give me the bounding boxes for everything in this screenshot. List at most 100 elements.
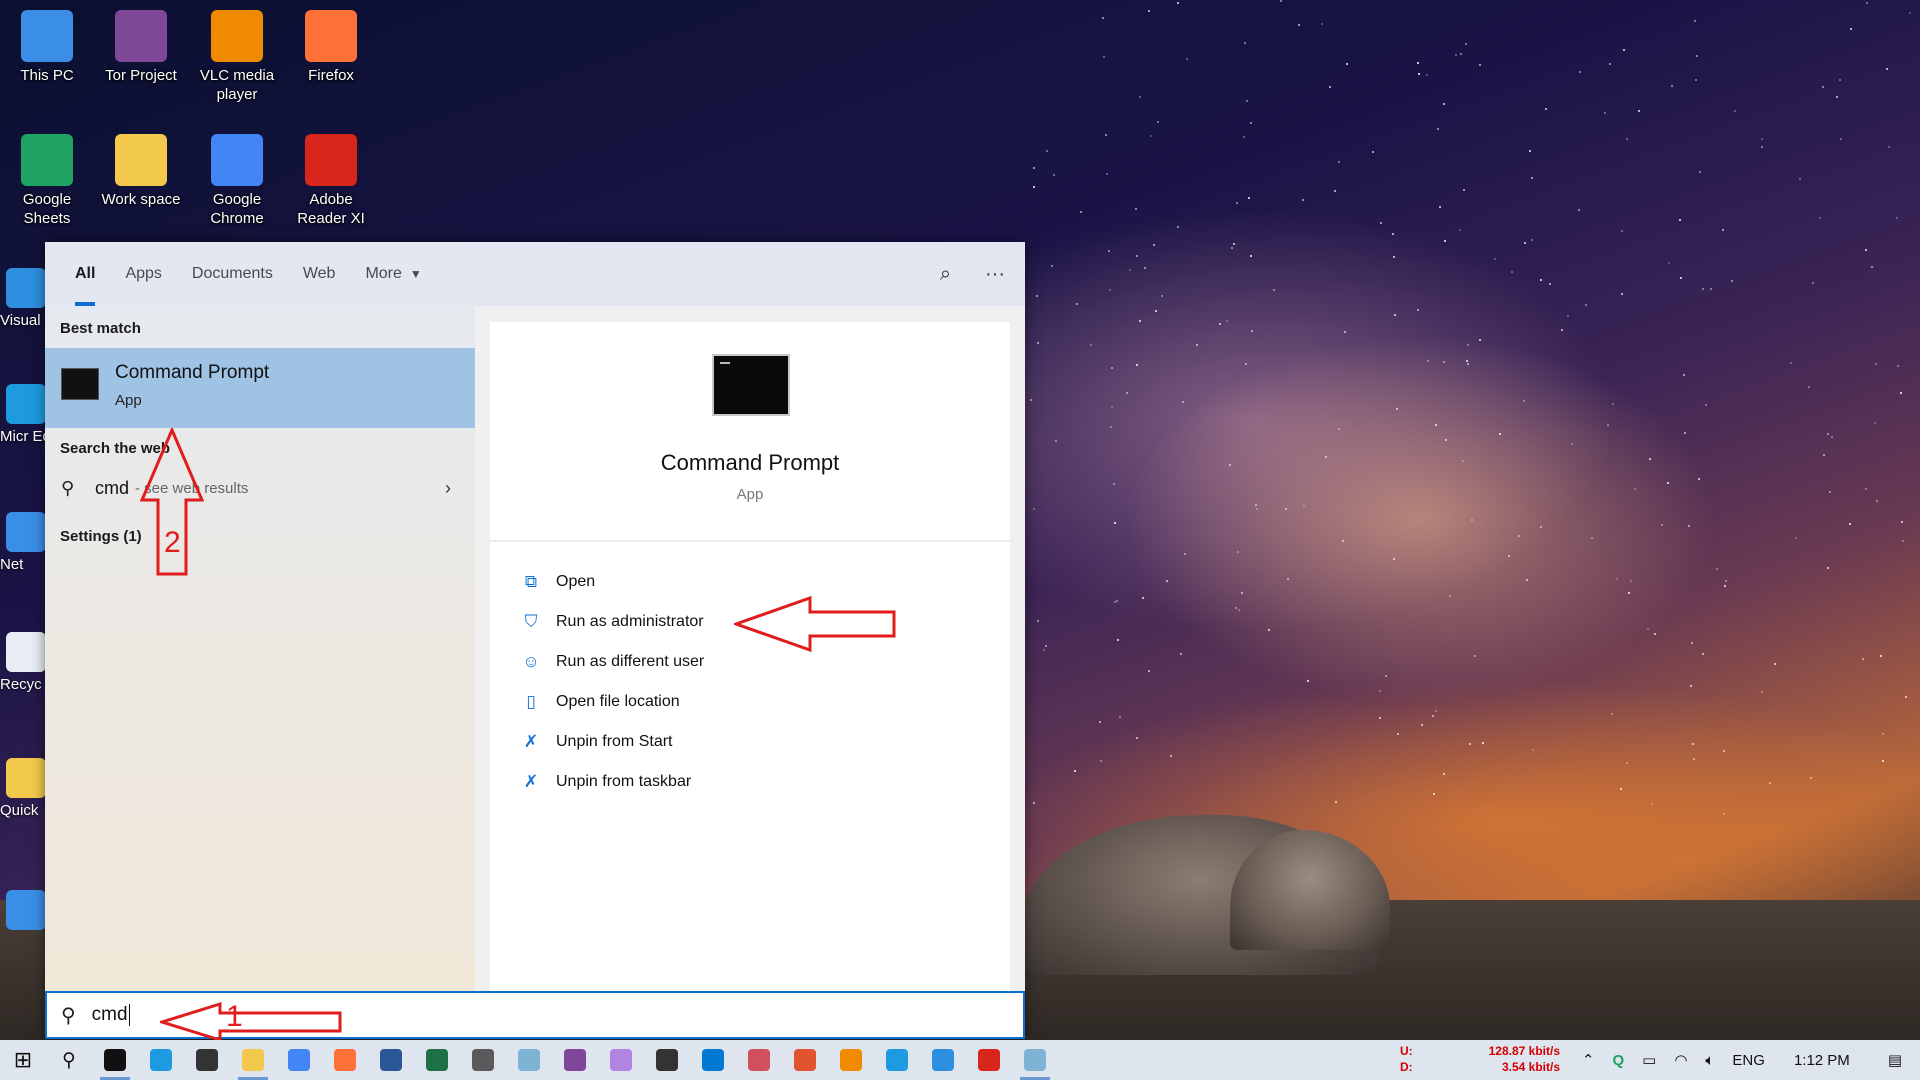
desktop-icon[interactable]: Google Chrome (192, 134, 282, 228)
taskbar-app-vscode[interactable] (920, 1040, 966, 1080)
tab-documents[interactable]: Documents (177, 242, 288, 306)
sheets-icon (21, 134, 73, 186)
tab-web[interactable]: Web (288, 242, 351, 306)
star (1808, 385, 1811, 388)
star (1342, 539, 1345, 542)
star (1897, 365, 1900, 368)
action-item[interactable]: ⛉ Run as administrator (520, 602, 704, 642)
taskbar-app-app[interactable] (782, 1040, 828, 1080)
preview-subtitle: App (736, 486, 764, 503)
star (1443, 239, 1446, 242)
tab-apps[interactable]: Apps (110, 242, 176, 306)
best-match-command-prompt[interactable]: Command Prompt App (45, 348, 475, 428)
desktop-icon[interactable]: Firefox (286, 10, 376, 85)
star (1267, 628, 1270, 631)
action-item[interactable]: ✗ Unpin from taskbar (520, 762, 704, 802)
star (1141, 597, 1144, 600)
taskbar-app-word[interactable] (368, 1040, 414, 1080)
action-label: Open (556, 573, 596, 590)
desktop-icon[interactable]: Google Sheets (2, 134, 92, 228)
star (1378, 716, 1381, 719)
command-prompt-icon (61, 368, 99, 400)
chevron-up-icon[interactable]: ⌃ (1573, 1051, 1604, 1069)
desktop-icon[interactable]: Adobe Reader XI (286, 134, 376, 228)
action-item[interactable]: ✗ Unpin from Start (520, 722, 704, 762)
star (1420, 723, 1423, 726)
search-input[interactable]: cmd (92, 1004, 128, 1026)
skype-icon (702, 1049, 724, 1071)
taskbar-app-tor[interactable] (552, 1040, 598, 1080)
star (1696, 54, 1699, 57)
taskbar-app-store[interactable] (184, 1040, 230, 1080)
action-item[interactable]: ☺ Run as different user (520, 642, 704, 682)
taskbar-app-paint[interactable] (506, 1040, 552, 1080)
taskbar-app-skype[interactable] (690, 1040, 736, 1080)
desktop-icon[interactable]: Net (0, 512, 46, 573)
taskbar-app-calculator[interactable] (460, 1040, 506, 1080)
desktop-icon[interactable]: Visual Co (0, 268, 46, 329)
clock[interactable]: 1:12 PM (1774, 1052, 1870, 1069)
web-result-row[interactable]: ⚲ cmd - see web results › (45, 466, 475, 510)
tab-all[interactable]: All (60, 242, 110, 306)
star (1138, 96, 1141, 99)
taskbar-app-chrome[interactable] (276, 1040, 322, 1080)
action-item[interactable]: ▯ Open file location (520, 682, 704, 722)
desktop-icon[interactable]: Work space (96, 134, 186, 209)
taskbar-app-explorer[interactable] (230, 1040, 276, 1080)
desktop-icon[interactable]: This PC (2, 10, 92, 85)
volume-icon[interactable]: 🔈︎ (1696, 1052, 1723, 1069)
star (1418, 73, 1421, 76)
taskbar-app-vlc[interactable] (828, 1040, 874, 1080)
star (1682, 374, 1685, 377)
star (1693, 20, 1696, 23)
star (1320, 22, 1323, 25)
taskbar-app-excel[interactable] (414, 1040, 460, 1080)
more-options-icon[interactable]: ··· (985, 263, 1005, 286)
taskbar-app-acrobat[interactable] (966, 1040, 1012, 1080)
desktop-icon[interactable]: Micr Ed (0, 384, 46, 445)
star (1113, 483, 1116, 486)
star (1885, 68, 1888, 71)
star (1498, 433, 1501, 436)
star (1075, 302, 1078, 305)
app-tray-icon[interactable]: Q (1603, 1052, 1633, 1069)
desktop-icon[interactable]: Quick (0, 758, 46, 819)
star (1185, 57, 1188, 60)
taskbar-app-paint3d[interactable] (598, 1040, 644, 1080)
desktop-icon[interactable] (0, 890, 46, 934)
wifi-icon[interactable]: ◠ (1665, 1051, 1696, 1069)
notifications-icon[interactable]: ▤ (1870, 1051, 1920, 1069)
taskbar-app-snip[interactable] (736, 1040, 782, 1080)
taskbar-search-button[interactable]: ⚲ (46, 1040, 92, 1080)
language-indicator[interactable]: ENG (1723, 1052, 1774, 1069)
star (1828, 491, 1831, 494)
action-item[interactable]: ⧉ Open (520, 562, 704, 602)
star (1051, 265, 1054, 268)
star (1444, 439, 1447, 442)
desktop-icon[interactable]: Tor Project (96, 10, 186, 85)
start-button[interactable]: ⊞ (0, 1040, 46, 1080)
battery-icon[interactable]: ▭ (1633, 1051, 1665, 1069)
taskbar-app-edge[interactable] (874, 1040, 920, 1080)
star (1153, 243, 1156, 246)
settings-heading[interactable]: Settings (1) (60, 528, 142, 545)
taskbar-app-firefox[interactable] (322, 1040, 368, 1080)
star (1773, 662, 1776, 665)
taskbar-app-notepad[interactable] (1012, 1040, 1058, 1080)
star (1794, 536, 1797, 539)
tab-more[interactable]: More ▼ (350, 242, 436, 306)
desktop-icon[interactable]: VLC media player (192, 10, 282, 104)
taskbar-app-ie[interactable] (138, 1040, 184, 1080)
command-prompt-icon (712, 354, 790, 416)
star (1101, 17, 1104, 20)
taskbar-app-photos[interactable] (644, 1040, 690, 1080)
star (1760, 146, 1763, 149)
desktop-icon[interactable]: Recyc (0, 632, 46, 693)
taskbar-app-cmd[interactable] (92, 1040, 138, 1080)
feedback-icon[interactable]: ⌕ (940, 263, 951, 286)
desktop-icon-label: Firefox (308, 67, 354, 84)
star (1468, 743, 1471, 746)
star (1560, 329, 1563, 332)
star (1109, 426, 1112, 429)
star (1479, 64, 1482, 67)
